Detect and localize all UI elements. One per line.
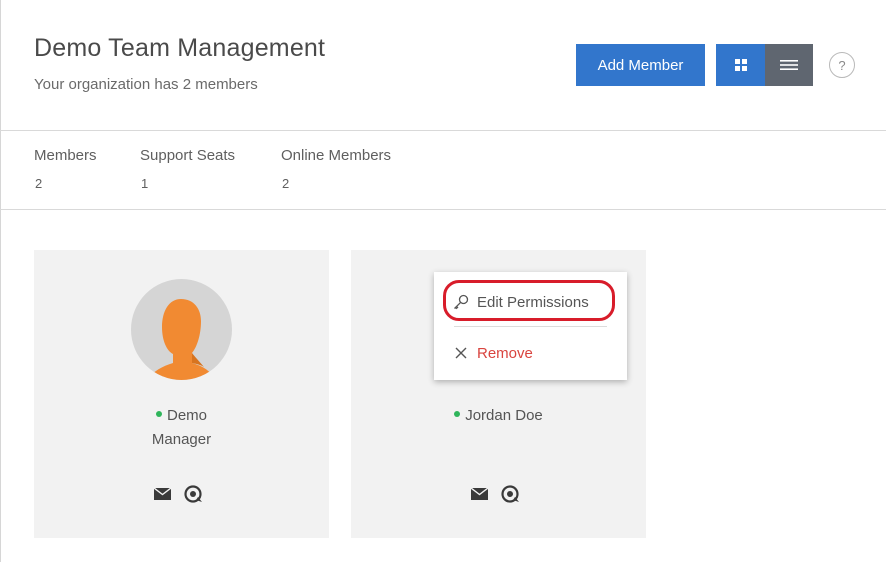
list-view-toggle[interactable] [765, 44, 813, 86]
support-session-button[interactable] [183, 484, 203, 504]
member-name: Demo [34, 404, 329, 428]
stat-value: 2 [282, 176, 290, 191]
remove-label: Remove [477, 344, 533, 362]
support-icon [501, 485, 519, 503]
key-icon [453, 294, 469, 310]
member-name: Jordan Doe [351, 404, 646, 428]
menu-divider [454, 326, 607, 327]
stat-members: Members 2 [34, 147, 97, 191]
avatar [131, 279, 232, 380]
stat-support-seats: Support Seats 1 [140, 147, 235, 191]
support-session-button[interactable] [500, 484, 520, 504]
list-icon [780, 60, 798, 70]
online-status-dot [155, 411, 162, 418]
support-icon [184, 485, 202, 503]
stats-bar: Members 2 Support Seats 1 Online Members… [0, 131, 886, 210]
stat-online-members: Online Members 2 [281, 147, 391, 191]
close-icon [453, 345, 469, 361]
stat-label: Online Members [281, 147, 392, 164]
edit-permissions-menu-item[interactable]: Edit Permissions [434, 284, 627, 320]
grid-icon [734, 59, 747, 71]
email-button[interactable] [469, 484, 489, 504]
online-status-dot [454, 411, 461, 418]
grid-view-toggle[interactable] [716, 44, 765, 86]
member-count-subtitle: Your organization has 2 members [34, 76, 258, 93]
member-role: Manager [151, 431, 212, 448]
mail-icon [153, 488, 171, 500]
member-options-menu: Edit Permissions Remove [434, 272, 627, 380]
default-avatar-icon [147, 299, 215, 380]
edit-permissions-label: Edit Permissions [477, 293, 589, 311]
help-button[interactable]: ? [829, 52, 855, 78]
stat-value: 2 [35, 176, 43, 191]
member-name-text: Demo [166, 407, 207, 424]
add-member-button[interactable]: Add Member [576, 44, 705, 86]
card-actions [469, 484, 520, 504]
email-button[interactable] [152, 484, 172, 504]
member-name-text: Jordan Doe [465, 407, 543, 424]
page-title: Demo Team Management [34, 34, 326, 62]
stat-value: 1 [141, 176, 149, 191]
card-actions [152, 484, 203, 504]
page-header: Demo Team Management Your organization h… [0, 0, 886, 131]
member-card[interactable]: Demo Manager [34, 250, 329, 538]
remove-menu-item[interactable]: Remove [434, 335, 627, 371]
mail-icon [470, 488, 488, 500]
stat-label: Support Seats [140, 147, 236, 164]
stat-label: Members [34, 147, 97, 164]
